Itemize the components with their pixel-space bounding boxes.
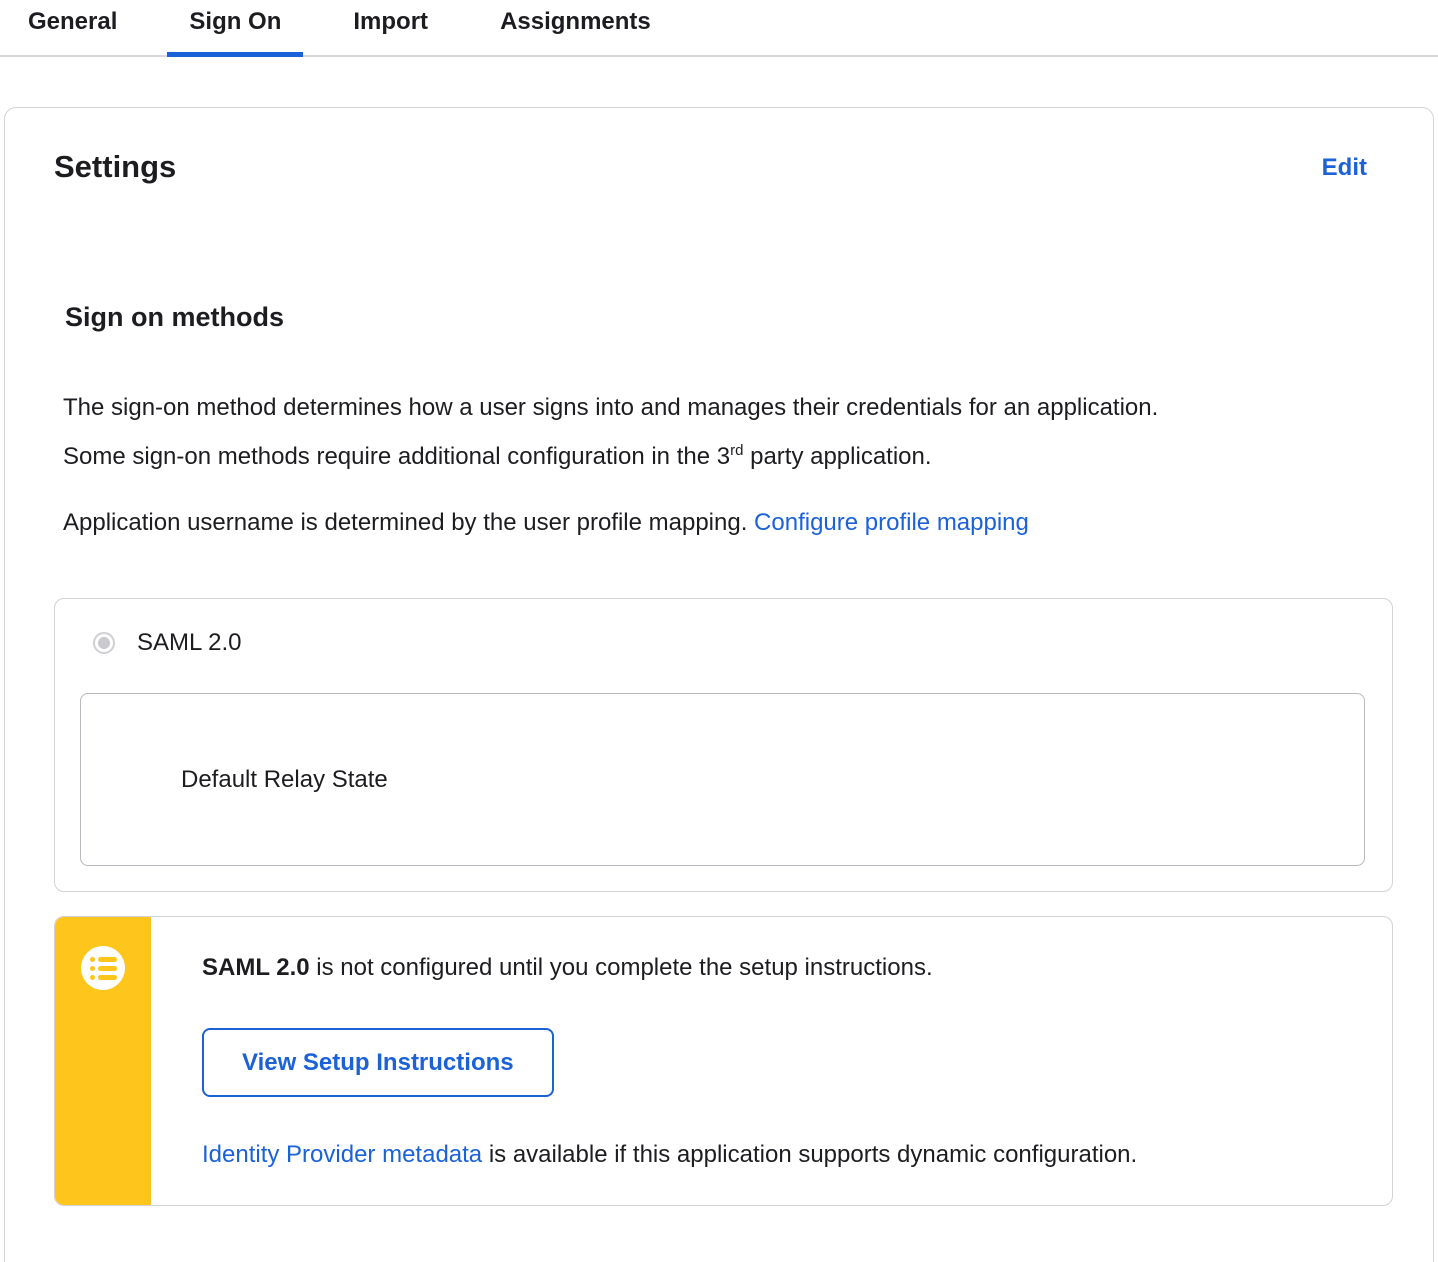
page-title: Settings: [54, 149, 177, 184]
settings-card: Settings Edit Sign on methods The sign-o…: [4, 107, 1434, 1262]
settings-card-header: Settings Edit: [54, 148, 1393, 186]
default-relay-state-field: Default Relay State: [80, 693, 1365, 866]
saml-setup-callout: SAML 2.0 is not configured until you com…: [54, 916, 1393, 1206]
metadata-note: Identity Provider metadata is available …: [202, 1140, 1352, 1169]
metadata-note-text: is available if this application support…: [482, 1141, 1138, 1168]
username-note-text: Application username is determined by th…: [63, 509, 755, 536]
view-setup-instructions-button[interactable]: View Setup Instructions: [202, 1028, 554, 1097]
callout-message: SAML 2.0 is not configured until you com…: [202, 953, 1352, 982]
tab-bar: General Sign On Import Assignments: [0, 0, 1438, 57]
callout-warning-bar: [55, 917, 151, 1205]
saml-radio-label: SAML 2.0: [137, 629, 242, 656]
description-superscript: rd: [730, 442, 744, 459]
identity-provider-metadata-link[interactable]: Identity Provider metadata: [202, 1141, 482, 1168]
username-note: Application username is determined by th…: [63, 498, 1393, 547]
tab-sign-on[interactable]: Sign On: [167, 8, 304, 57]
callout-message-bold: SAML 2.0: [202, 954, 310, 981]
list-icon-row: [89, 965, 117, 971]
description-text-tail: party application.: [743, 443, 932, 470]
default-relay-state-label: Default Relay State: [181, 765, 388, 793]
list-icon: [81, 946, 125, 990]
description-text: The sign-on method determines how a user…: [63, 394, 1159, 470]
configure-profile-mapping-link[interactable]: Configure profile mapping: [754, 509, 1029, 536]
list-icon-row: [89, 974, 117, 980]
tab-import[interactable]: Import: [331, 8, 450, 55]
sign-on-methods-description: The sign-on method determines how a user…: [63, 383, 1213, 481]
list-icon-row: [89, 956, 117, 962]
tab-assignments[interactable]: Assignments: [478, 8, 673, 55]
saml-method-box: SAML 2.0 Default Relay State: [54, 598, 1393, 892]
callout-message-rest: is not configured until you complete the…: [309, 954, 933, 981]
callout-content: SAML 2.0 is not configured until you com…: [151, 917, 1392, 1205]
sign-on-methods-heading: Sign on methods: [65, 302, 284, 332]
edit-link[interactable]: Edit: [1322, 153, 1367, 183]
tab-general[interactable]: General: [6, 8, 139, 55]
saml-radio-row: SAML 2.0: [80, 629, 1365, 657]
radio-dot: [98, 637, 110, 649]
saml-radio[interactable]: [93, 632, 115, 654]
